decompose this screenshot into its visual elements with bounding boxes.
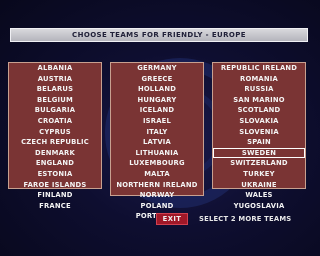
team-item[interactable]: LATVIA	[111, 137, 203, 148]
team-item[interactable]: CYPRUS	[9, 127, 101, 138]
team-item[interactable]: POLAND	[111, 201, 203, 212]
team-item[interactable]: SPAIN	[213, 137, 305, 148]
team-item[interactable]: GERMANY	[111, 63, 203, 74]
team-item[interactable]: ALBANIA	[9, 63, 101, 74]
team-grid: ALBANIA AUSTRIA BELARUS BELGIUM BULGARIA CROA…	[8, 62, 312, 220]
team-item[interactable]: AUSTRIA	[9, 74, 101, 85]
team-item[interactable]: ITALY	[111, 127, 203, 138]
team-item[interactable]: CZECH REPUBLIC	[9, 137, 101, 148]
team-column-2: GERMANY GREECE HOLLAND HUNGARY ICELAND ISRAEL…	[110, 62, 204, 220]
team-item[interactable]: CROATIA	[9, 116, 101, 127]
team-item[interactable]: WALES	[213, 190, 305, 201]
team-item[interactable]: ICELAND	[111, 105, 203, 116]
team-item[interactable]: YUGOSLAVIA	[213, 201, 305, 212]
team-item[interactable]: HOLLAND	[111, 84, 203, 95]
team-item[interactable]: TURKEY	[213, 169, 305, 180]
team-item[interactable]: BELARUS	[9, 84, 101, 95]
team-item[interactable]: ENGLAND	[9, 158, 101, 169]
team-item[interactable]: LITHUANIA	[111, 148, 203, 159]
team-column-1: ALBANIA AUSTRIA BELARUS BELGIUM BULGARIA CROA…	[8, 62, 102, 210]
team-item[interactable]: NORTHERN IRELAND	[111, 180, 203, 191]
team-item[interactable]: SAN MARINO	[213, 95, 305, 106]
team-item[interactable]: UKRAINE	[213, 180, 305, 191]
page-title: CHOOSE TEAMS FOR FRIENDLY - EUROPE	[72, 31, 246, 39]
team-item[interactable]: SWEDEN	[213, 147, 305, 159]
team-item[interactable]: SLOVAKIA	[213, 116, 305, 127]
team-item[interactable]: FAROE ISLANDS	[9, 180, 101, 191]
title-bar: CHOOSE TEAMS FOR FRIENDLY - EUROPE	[10, 28, 308, 42]
team-item[interactable]: BULGARIA	[9, 105, 101, 116]
status-message: SELECT 2 MORE TEAMS	[199, 215, 292, 223]
team-item[interactable]: GREECE	[111, 74, 203, 85]
team-item[interactable]: BELGIUM	[9, 95, 101, 106]
team-item[interactable]: LUXEMBOURG	[111, 158, 203, 169]
team-item[interactable]: ESTONIA	[9, 169, 101, 180]
exit-button-label: EXIT	[162, 215, 182, 223]
team-item[interactable]: SWITZERLAND	[213, 158, 305, 169]
team-item[interactable]: MALTA	[111, 169, 203, 180]
team-item[interactable]: ISRAEL	[111, 116, 203, 127]
team-item[interactable]: NORWAY	[111, 190, 203, 201]
team-item[interactable]: SCOTLAND	[213, 105, 305, 116]
team-item[interactable]: DENMARK	[9, 148, 101, 159]
team-column-3: REPUBLIC IRELAND ROMANIA RUSSIA SAN MARINO S…	[212, 62, 306, 210]
team-item[interactable]: FINLAND	[9, 190, 101, 201]
team-item[interactable]: FRANCE	[9, 201, 101, 212]
team-item[interactable]: HUNGARY	[111, 95, 203, 106]
team-item[interactable]: ROMANIA	[213, 74, 305, 85]
team-item[interactable]: REPUBLIC IRELAND	[213, 63, 305, 74]
screen-background: CHOOSE TEAMS FOR FRIENDLY - EUROPE ALBAN…	[0, 0, 320, 256]
team-item[interactable]: SLOVENIA	[213, 127, 305, 138]
team-item[interactable]: RUSSIA	[213, 84, 305, 95]
exit-button[interactable]: EXIT	[156, 213, 188, 225]
